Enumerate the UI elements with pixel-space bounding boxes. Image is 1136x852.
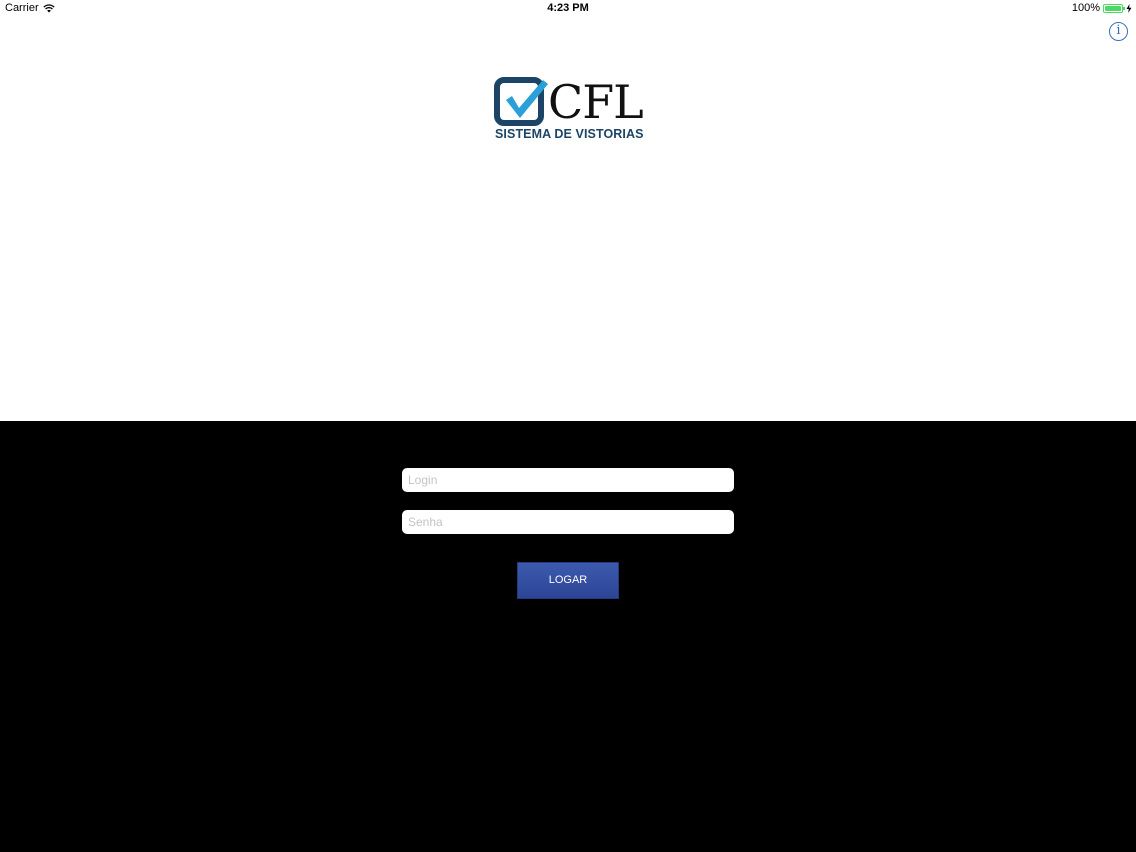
clock: 4:23 PM <box>547 2 589 14</box>
login-input[interactable] <box>402 468 734 492</box>
battery-percent: 100% <box>1071 2 1100 14</box>
checkbox-logo-icon <box>494 77 548 126</box>
logo-wordmark: CFL <box>548 75 644 129</box>
login-button[interactable]: LOGAR <box>517 562 619 599</box>
login-panel: LOGAR <box>0 421 1136 852</box>
bolt-icon <box>1126 3 1132 13</box>
info-icon[interactable]: i <box>1109 22 1128 41</box>
battery-icon <box>1103 3 1125 13</box>
battery-level <box>1105 5 1121 11</box>
status-bar: Carrier 4:23 PM 100% <box>0 0 1136 18</box>
logo-subtitle: SISTEMA DE VISTORIAS <box>495 127 644 141</box>
battery-group: 100% <box>1072 2 1132 14</box>
app-logo: CFL SISTEMA DE VISTORIAS <box>494 76 650 144</box>
login-screen: Carrier 4:23 PM 100% i CFL SISTEMA DE VI… <box>0 0 1136 852</box>
password-input[interactable] <box>402 510 734 534</box>
